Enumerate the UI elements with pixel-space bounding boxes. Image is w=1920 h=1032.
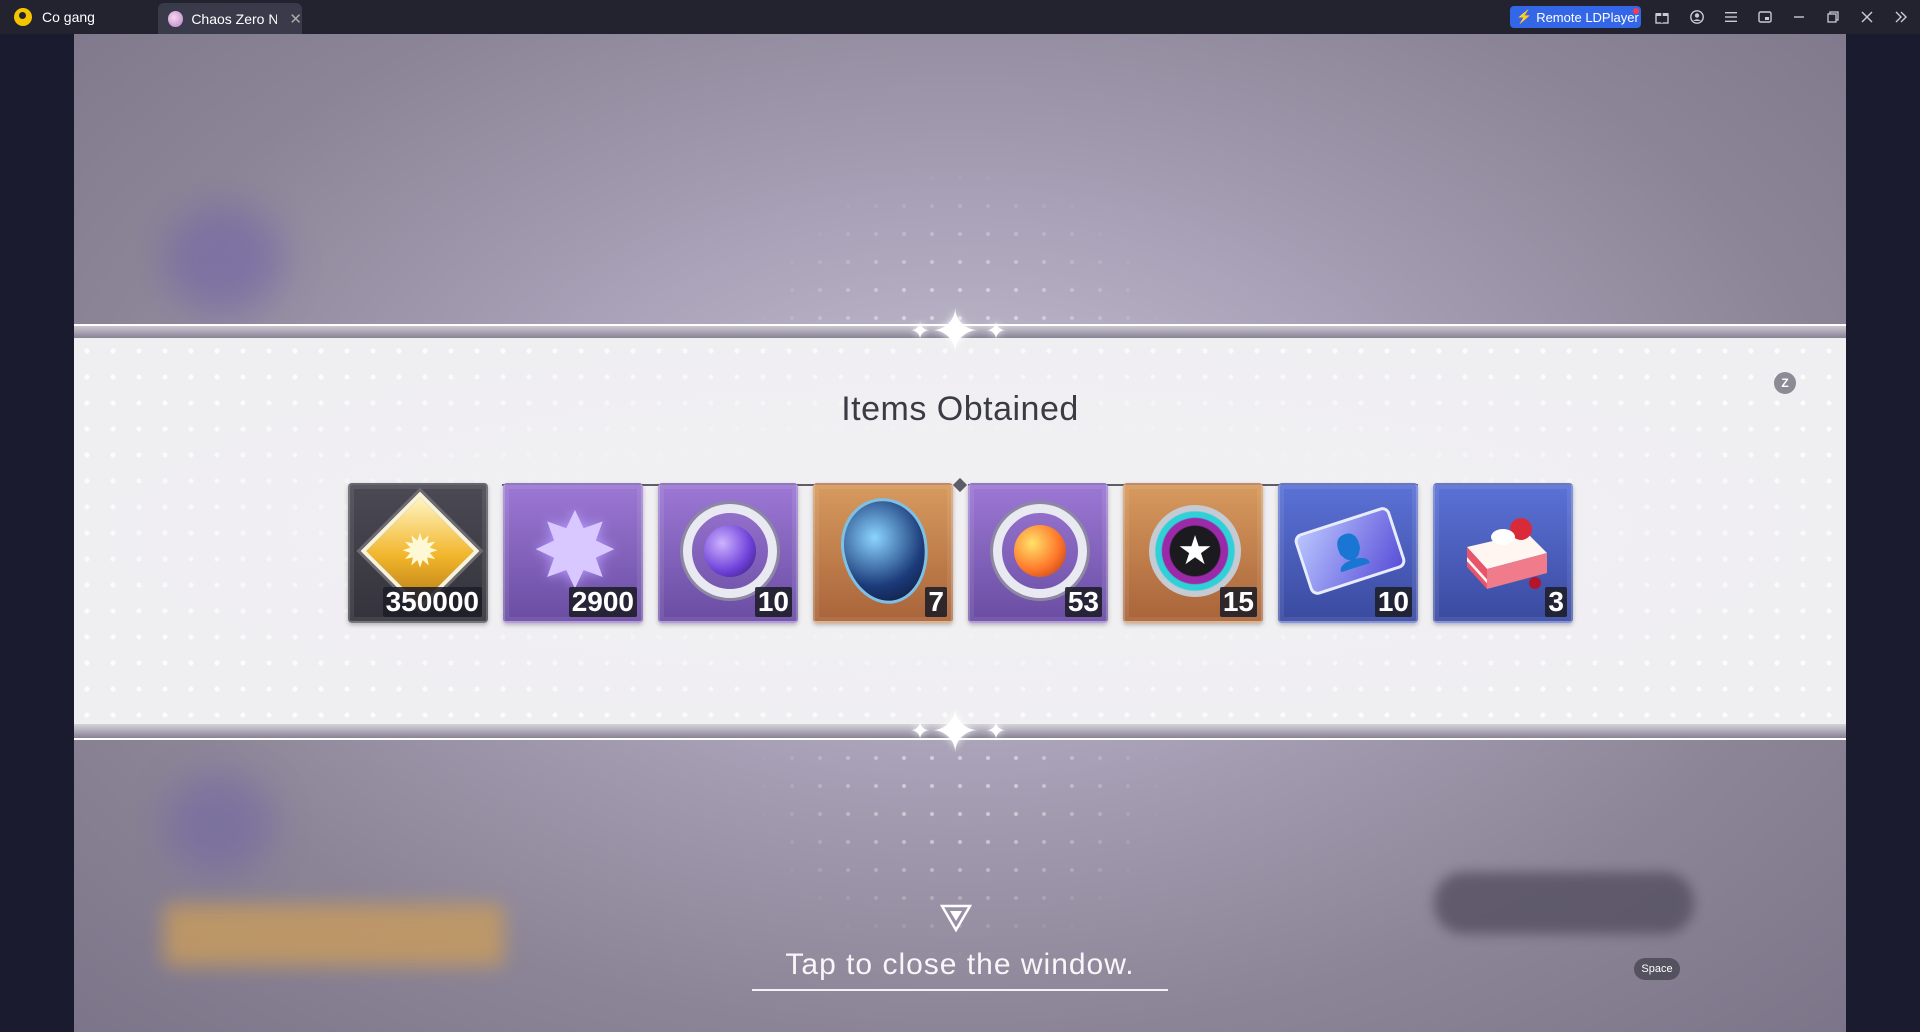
screen-icon[interactable] [1754,6,1776,28]
small-star-icon: ✦ [910,717,931,745]
blurred-background-button [1434,872,1694,934]
game-viewport[interactable]: ✦ ✦ ✦ ✦ ✦ ✦ Items Obtained Z 350000 ✸ 29… [74,34,1846,1032]
reward-item[interactable]: 3 [1433,483,1573,623]
hotkey-space-badge[interactable]: Space [1634,958,1680,980]
small-star-icon: ✦ [986,317,1007,345]
cosmic-egg-icon [833,494,937,608]
account-icon[interactable] [1686,6,1708,28]
tab-home-label: Co gang [42,9,95,25]
emulator-left-margin [0,34,74,1032]
tab-close-icon[interactable]: ✕ [289,10,302,28]
blurred-background-avatar [164,774,274,874]
reward-item[interactable]: 53 [968,483,1108,623]
strawberry-cake-icon [1453,499,1557,603]
lightning-icon: ⚡ [1516,9,1533,24]
down-arrow-icon [940,904,972,932]
item-quantity: 3 [1545,587,1567,617]
remote-ldplayer-button[interactable]: ⚡ Remote LDPlayer [1510,6,1641,28]
reward-item[interactable]: 👤 10 [1278,483,1418,623]
prompt-underline [752,989,1168,991]
tap-to-close-prompt[interactable]: Tap to close the window. [74,948,1846,982]
restore-icon[interactable] [1822,6,1844,28]
panel-title: Items Obtained [841,390,1079,428]
blurred-background-avatar [164,204,284,314]
reward-item[interactable]: ★ 15 [1123,483,1263,623]
emulator-right-margin [1846,34,1920,1032]
minimize-icon[interactable] [1788,6,1810,28]
item-quantity: 7 [925,587,947,617]
reward-item[interactable]: 350000 [348,483,488,623]
menu-icon[interactable] [1720,6,1742,28]
item-quantity: 350000 [382,587,482,617]
reward-item[interactable]: 10 [658,483,798,623]
collapse-sidebar-icon[interactable] [1890,6,1912,28]
close-icon[interactable] [1856,6,1878,28]
hotkey-z-badge[interactable]: Z [1774,372,1796,394]
reward-items-row: 350000 ✸ 2900 10 7 53 ★ 15 👤 10 [348,483,1576,623]
four-point-star-icon: ✦ [930,697,981,767]
window-titlebar: Co gang Chaos Zero Ni... ✕ ⚡ Remote LDPl… [0,0,1920,34]
tab-home[interactable]: Co gang [0,0,156,34]
item-quantity: 10 [1374,587,1412,617]
ldplayer-logo-icon [14,8,32,26]
gift-icon[interactable] [1651,6,1673,28]
notification-dot [1633,8,1639,14]
item-quantity: 10 [754,587,792,617]
remote-ldplayer-label: Remote LDPlayer [1536,9,1639,25]
four-point-star-icon: ✦ [930,297,981,367]
small-star-icon: ✦ [910,317,931,345]
small-star-icon: ✦ [986,717,1007,745]
tab-game-label: Chaos Zero Ni... [191,10,278,27]
reward-item[interactable]: 7 [813,483,953,623]
item-quantity: 53 [1064,587,1102,617]
reward-item[interactable]: ✸ 2900 [503,483,643,623]
item-quantity: 2900 [568,587,637,617]
tab-game[interactable]: Chaos Zero Ni... ✕ [158,3,302,34]
game-app-icon [168,10,184,27]
item-quantity: 15 [1219,587,1257,617]
